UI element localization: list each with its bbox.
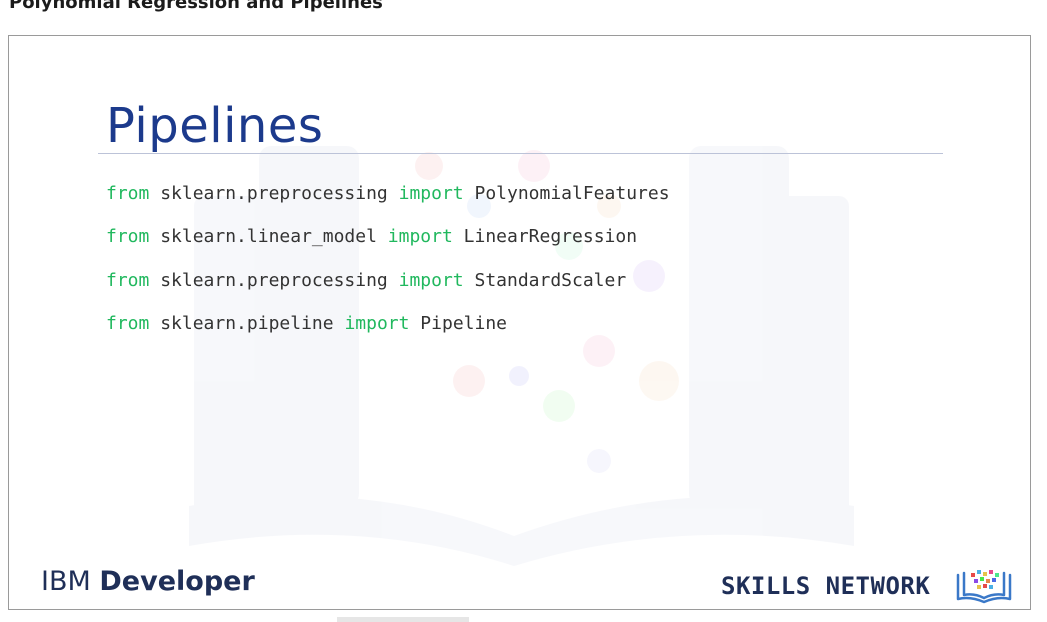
code-block: from sklearn.preprocessing import Polyno… xyxy=(106,182,670,355)
module-name: sklearn.preprocessing xyxy=(149,269,399,291)
book-icon xyxy=(956,570,1012,604)
code-line: from sklearn.linear_model import LinearR… xyxy=(106,225,670,268)
module-name: sklearn.linear_model xyxy=(149,226,388,248)
video-slide[interactable]: Pipelines from sklearn.preprocessing imp… xyxy=(8,35,1031,610)
ibm-logo-prefix: IBM xyxy=(41,566,91,597)
page-title: Polynomial Regression and Pipelines xyxy=(9,0,383,13)
module-name: sklearn.pipeline xyxy=(149,312,345,334)
title-divider xyxy=(98,153,943,154)
code-line: from sklearn.pipeline import Pipeline xyxy=(106,312,670,355)
keyword-import: import xyxy=(387,226,453,248)
code-line: from sklearn.preprocessing import Standa… xyxy=(106,269,670,312)
slide-title: Pipelines xyxy=(106,98,324,154)
keyword-import: import xyxy=(398,269,464,291)
keyword-from: from xyxy=(106,312,150,334)
module-name: sklearn.preprocessing xyxy=(149,183,399,204)
ibm-logo-suffix: Developer xyxy=(99,566,255,597)
code-line: from sklearn.preprocessing import Polyno… xyxy=(106,182,670,225)
imported-name: Pipeline xyxy=(409,312,508,334)
skills-network-logo: SKILLS NETWORK xyxy=(721,572,931,600)
imported-name: PolynomialFeatures xyxy=(463,183,670,204)
keyword-import: import xyxy=(344,312,410,334)
imported-name: LinearRegression xyxy=(452,226,638,248)
keyword-import: import xyxy=(398,183,464,204)
bottom-scroll-tab[interactable] xyxy=(337,617,469,622)
keyword-from: from xyxy=(106,269,150,291)
keyword-from: from xyxy=(106,226,150,248)
keyword-from: from xyxy=(106,183,150,204)
ibm-developer-logo: IBM Developer xyxy=(41,566,255,597)
imported-name: StandardScaler xyxy=(463,269,627,291)
